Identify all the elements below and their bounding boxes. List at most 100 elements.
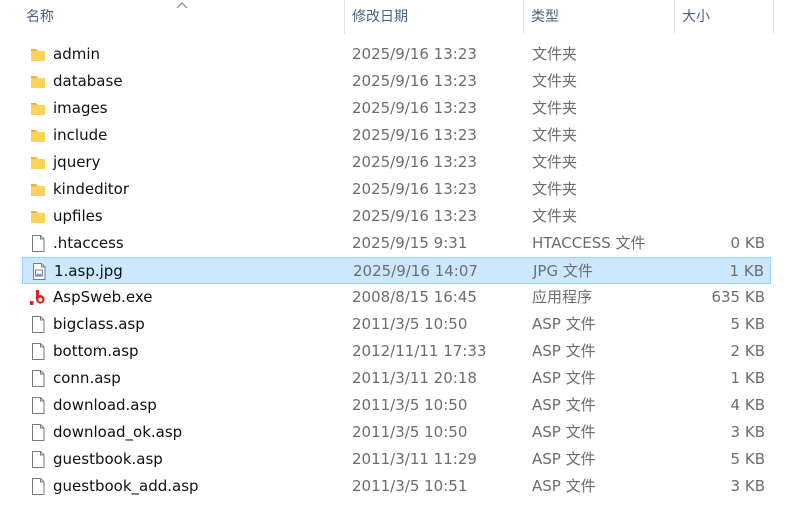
blank-file-icon [29, 342, 47, 361]
file-row[interactable]: conn.asp 2011/3/11 20:18 ASP 文件 1 KB [22, 365, 771, 392]
file-type: 文件夹 [532, 126, 578, 144]
column-header-bar: 名称 修改日期 类型 大小 [0, 0, 808, 34]
file-name: guestbook_add.asp [53, 477, 199, 495]
column-header-name[interactable]: 名称 [20, 0, 345, 34]
file-modified: 2025/9/16 13:23 [352, 153, 477, 171]
file-size: 5 KB [730, 315, 765, 333]
file-modified: 2025/9/15 9:31 [352, 234, 468, 252]
file-name: AspSweb.exe [53, 288, 153, 306]
column-header-size[interactable]: 大小 [676, 0, 774, 34]
file-name: jquery [53, 153, 101, 171]
file-modified: 2011/3/11 20:18 [352, 369, 477, 387]
file-size: 3 KB [730, 423, 765, 441]
file-name: database [53, 72, 123, 90]
column-header-type[interactable]: 类型 [525, 0, 675, 34]
file-row[interactable]: guestbook_add.asp 2011/3/5 10:51 ASP 文件 3 K… [22, 473, 771, 500]
file-type: ASP 文件 [532, 315, 596, 333]
file-type: 文件夹 [532, 207, 578, 225]
file-modified: 2011/3/5 10:50 [352, 315, 468, 333]
file-row[interactable]: database 2025/9/16 13:23 文件夹 [22, 68, 771, 95]
file-name: kindeditor [53, 180, 130, 198]
file-modified: 2025/9/16 13:23 [352, 99, 477, 117]
folder-icon [29, 72, 47, 91]
file-modified: 2008/8/15 16:45 [352, 288, 477, 306]
folder-icon [29, 126, 47, 145]
file-modified: 2011/3/11 11:29 [352, 450, 477, 468]
blank-file-icon [29, 450, 47, 469]
file-modified: 2011/3/5 10:50 [352, 396, 468, 414]
file-name: admin [53, 45, 100, 63]
blank-file-icon [29, 396, 47, 415]
file-modified: 2011/3/5 10:50 [352, 423, 468, 441]
file-row[interactable]: 1.asp.jpg 2025/9/16 14:07 JPG 文件 1 KB [22, 257, 771, 284]
folder-icon [29, 45, 47, 64]
file-row[interactable]: bottom.asp 2012/11/11 17:33 ASP 文件 2 KB [22, 338, 771, 365]
file-type: 应用程序 [532, 288, 593, 306]
file-type: 文件夹 [532, 45, 578, 63]
file-name: .htaccess [53, 234, 124, 252]
file-modified: 2025/9/16 13:23 [352, 126, 477, 144]
file-type: 文件夹 [532, 99, 578, 117]
file-type: ASP 文件 [532, 423, 596, 441]
folder-icon [29, 153, 47, 172]
file-modified: 2025/9/16 13:23 [352, 207, 477, 225]
file-row[interactable]: kindeditor 2025/9/16 13:23 文件夹 [22, 176, 771, 203]
file-type: HTACCESS 文件 [532, 234, 646, 252]
file-row[interactable]: download_ok.asp 2011/3/5 10:50 ASP 文件 3 KB [22, 419, 771, 446]
file-size: 3 KB [730, 477, 765, 495]
file-name: images [53, 99, 108, 117]
file-name: bigclass.asp [53, 315, 145, 333]
file-size: 5 KB [730, 450, 765, 468]
file-type: ASP 文件 [532, 396, 596, 414]
column-header-modified[interactable]: 修改日期 [346, 0, 524, 34]
file-modified: 2025/9/16 13:23 [352, 72, 477, 90]
blank-file-icon [29, 423, 47, 442]
file-size: 1 KB [729, 262, 764, 280]
file-row[interactable]: bigclass.asp 2011/3/5 10:50 ASP 文件 5 KB [22, 311, 771, 338]
file-modified: 2012/11/11 17:33 [352, 342, 487, 360]
file-row[interactable]: upfiles 2025/9/16 13:23 文件夹 [22, 203, 771, 230]
blank-file-icon [29, 369, 47, 388]
file-row[interactable]: .htaccess 2025/9/15 9:31 HTACCESS 文件 0 KB [22, 230, 771, 257]
file-name: download.asp [53, 396, 157, 414]
file-type: ASP 文件 [532, 342, 596, 360]
blank-file-icon [29, 477, 47, 496]
blank-file-icon [29, 315, 47, 334]
file-size: 0 KB [730, 234, 765, 252]
file-name: include [53, 126, 108, 144]
file-name: bottom.asp [53, 342, 139, 360]
file-modified: 2025/9/16 13:23 [352, 180, 477, 198]
file-size: 2 KB [730, 342, 765, 360]
folder-icon [29, 180, 47, 199]
file-name: 1.asp.jpg [54, 262, 123, 280]
file-row[interactable]: images 2025/9/16 13:23 文件夹 [22, 95, 771, 122]
image-file-icon [30, 262, 48, 281]
file-type: 文件夹 [532, 72, 578, 90]
file-modified: 2025/9/16 14:07 [353, 262, 478, 280]
file-modified: 2011/3/5 10:51 [352, 477, 468, 495]
file-type: 文件夹 [532, 180, 578, 198]
file-row[interactable]: guestbook.asp 2011/3/11 11:29 ASP 文件 5 KB [22, 446, 771, 473]
file-name: conn.asp [53, 369, 121, 387]
file-type: ASP 文件 [532, 369, 596, 387]
file-size: 4 KB [730, 396, 765, 414]
file-name: upfiles [53, 207, 103, 225]
file-type: ASP 文件 [532, 450, 596, 468]
file-size: 635 KB [711, 288, 765, 306]
file-row[interactable]: jquery 2025/9/16 13:23 文件夹 [22, 149, 771, 176]
file-type: ASP 文件 [532, 477, 596, 495]
file-row[interactable]: include 2025/9/16 13:23 文件夹 [22, 122, 771, 149]
folder-icon [29, 99, 47, 118]
file-name: guestbook.asp [53, 450, 163, 468]
file-modified: 2025/9/16 13:23 [352, 45, 477, 63]
folder-icon [29, 207, 47, 226]
file-type: JPG 文件 [533, 262, 593, 280]
file-type: 文件夹 [532, 153, 578, 171]
file-size: 1 KB [730, 369, 765, 387]
blank-file-icon [29, 234, 47, 253]
file-name: download_ok.asp [53, 423, 183, 441]
file-row[interactable]: download.asp 2011/3/5 10:50 ASP 文件 4 KB [22, 392, 771, 419]
file-row[interactable]: admin 2025/9/16 13:23 文件夹 [22, 41, 771, 68]
app-b-icon [29, 288, 47, 307]
file-row[interactable]: AspSweb.exe 2008/8/15 16:45 应用程序 635 KB [22, 284, 771, 311]
